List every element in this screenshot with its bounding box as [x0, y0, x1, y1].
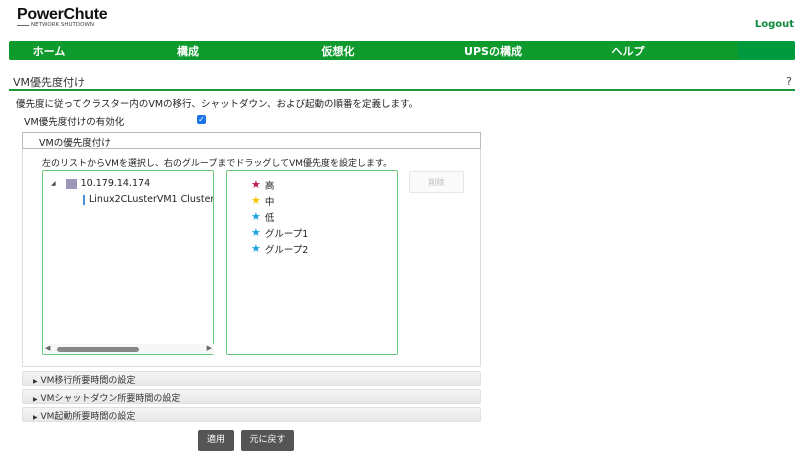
nav-configuration[interactable]: 構成 — [177, 43, 199, 59]
expand-triangle-icon: ▶ — [33, 396, 38, 403]
group-high[interactable]: ★ 高 — [251, 178, 274, 192]
title-divider — [9, 89, 795, 91]
group-label: 中 — [264, 197, 275, 208]
delete-button[interactable]: 削除 — [409, 171, 464, 193]
expand-triangle-icon: ▶ — [33, 414, 38, 421]
tree-host-node[interactable]: ◢ 10.179.14.174 — [51, 178, 150, 189]
expand-triangle-icon: ▶ — [33, 378, 38, 385]
star-icon: ★ — [251, 194, 261, 207]
priority-panel-header: VMの優先度付け — [22, 132, 481, 149]
scrollbar-thumb[interactable] — [57, 347, 139, 352]
section-label: VM移行所要時間の設定 — [40, 376, 136, 386]
section-label: VMシャットダウン所要時間の設定 — [40, 394, 181, 404]
star-icon: ★ — [251, 210, 261, 223]
vm-icon — [83, 194, 85, 205]
section-startup-time[interactable]: ▶ VM起動所要時間の設定 — [22, 407, 481, 422]
scroll-right-icon[interactable]: ▶ — [207, 344, 212, 352]
logo-subtext: NETWORK SHUTDOWN — [16, 22, 107, 28]
nav-ups-configuration[interactable]: UPSの構成 — [464, 43, 522, 59]
tree-vm-node[interactable]: Linux2CLusterVM1 ClusterVM — [83, 194, 213, 205]
nav-end-segment — [738, 41, 795, 60]
nav-virtualization[interactable]: 仮想化 — [322, 43, 355, 59]
powerchute-logo: PowerChute NETWORK SHUTDOWN — [16, 6, 108, 28]
vm-label: Linux2CLusterVM1 ClusterVM — [89, 194, 213, 205]
star-icon: ★ — [251, 242, 261, 255]
section-migration-time[interactable]: ▶ VM移行所要時間の設定 — [22, 371, 481, 386]
host-label: 10.179.14.174 — [80, 178, 151, 189]
apply-button[interactable]: 適用 — [198, 430, 234, 451]
collapse-triangle-icon[interactable]: ◢ — [51, 180, 56, 187]
star-icon: ★ — [251, 178, 261, 191]
main-nav: ホーム 構成 仮想化 UPSの構成 ヘルプ — [9, 41, 795, 60]
group-low[interactable]: ★ 低 — [251, 210, 274, 224]
nav-help[interactable]: ヘルプ — [612, 43, 645, 59]
group-label: グループ2 — [264, 245, 309, 256]
enable-checkbox[interactable]: ✓ — [197, 115, 206, 124]
group-label: グループ1 — [264, 229, 309, 240]
group-medium[interactable]: ★ 中 — [251, 194, 274, 208]
help-button[interactable]: ? — [786, 75, 792, 88]
horizontal-scrollbar[interactable]: ◀ ▶ — [44, 344, 214, 354]
page-description: 優先度に従ってクラスター内のVMの移行、シャットダウン、および起動の順番を定義し… — [16, 99, 419, 110]
group-label: 低 — [264, 213, 275, 224]
section-label: VM起動所要時間の設定 — [40, 412, 136, 422]
host-icon — [65, 178, 77, 189]
priority-instruction: 左のリストからVMを選択し、右のグループまでドラッグしてVM優先度を設定します。 — [42, 159, 393, 169]
nav-home[interactable]: ホーム — [33, 43, 66, 59]
section-shutdown-time[interactable]: ▶ VMシャットダウン所要時間の設定 — [22, 389, 481, 404]
group-label: 高 — [264, 181, 275, 192]
logout-link[interactable]: Logout — [755, 19, 794, 30]
group-1[interactable]: ★ グループ1 — [251, 226, 308, 240]
page-title: VM優先度付け — [13, 76, 86, 89]
group-2[interactable]: ★ グループ2 — [251, 242, 308, 256]
vm-tree-list[interactable]: ◢ 10.179.14.174 Linux2CLusterVM1 Cluster… — [42, 170, 214, 355]
scroll-left-icon[interactable]: ◀ — [45, 344, 50, 352]
star-icon: ★ — [251, 226, 261, 239]
priority-groups-list[interactable]: ★ 高 ★ 中 ★ 低 ★ グループ1 ★ グループ2 — [226, 170, 398, 355]
revert-button[interactable]: 元に戻す — [241, 430, 294, 451]
enable-label: VM優先度付けの有効化 — [24, 117, 125, 128]
